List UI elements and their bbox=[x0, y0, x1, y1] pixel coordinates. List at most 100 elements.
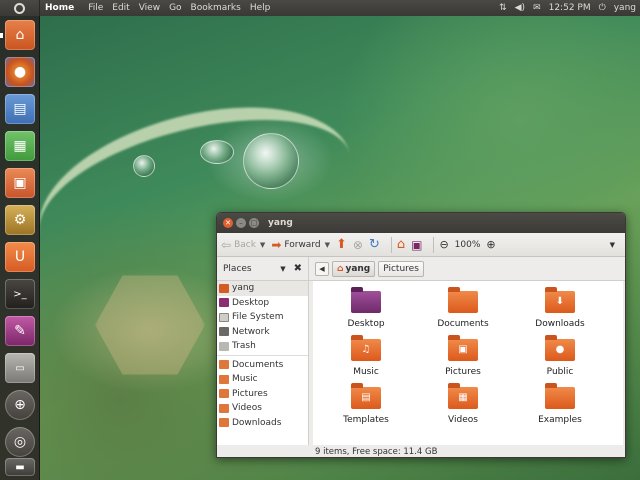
ubuntu-one-icon[interactable]: U bbox=[5, 242, 35, 272]
files-lens-icon[interactable]: ◎ bbox=[5, 427, 35, 457]
sidebar-item-desktop[interactable]: Desktop bbox=[217, 296, 308, 311]
forward-button[interactable]: ➡ Forward ▼ bbox=[271, 238, 330, 252]
trash-icon bbox=[219, 341, 229, 351]
file-label: Templates bbox=[343, 415, 389, 425]
folder-icon bbox=[219, 389, 229, 399]
home-folder-icon[interactable]: ⌂ bbox=[5, 20, 35, 50]
folder-desktop[interactable]: Desktop bbox=[321, 287, 411, 329]
writer-icon[interactable]: ▤ bbox=[5, 94, 35, 124]
file-label: Downloads bbox=[535, 319, 585, 329]
breadcrumb-left-icon[interactable]: ◀ bbox=[315, 261, 329, 276]
sidebar-item-label: Music bbox=[232, 374, 258, 385]
reload-icon[interactable]: ↻ bbox=[369, 237, 380, 252]
up-arrow-icon[interactable]: ⬆ bbox=[336, 237, 347, 252]
file-label: Documents bbox=[437, 319, 489, 329]
minimize-icon[interactable]: – bbox=[236, 218, 246, 228]
sidebar-item-network[interactable]: Network bbox=[217, 325, 308, 340]
window-title: yang bbox=[268, 218, 293, 228]
breadcrumb-label: Pictures bbox=[383, 263, 419, 274]
sidebar-item-videos[interactable]: Videos bbox=[217, 401, 308, 416]
templates-folder-icon: ▤ bbox=[351, 383, 381, 409]
sidebar-item-yang[interactable]: yang bbox=[217, 281, 308, 296]
sidebar-item-label: Documents bbox=[232, 359, 284, 370]
breadcrumb-yang[interactable]: ⌂ yang bbox=[332, 260, 376, 277]
sidebar-item-documents[interactable]: Documents bbox=[217, 358, 308, 373]
appearance-icon[interactable]: ✎ bbox=[5, 316, 35, 346]
close-icon[interactable]: ✕ bbox=[223, 218, 233, 228]
ubuntu-logo-icon bbox=[14, 2, 25, 14]
sidebar-item-label: Desktop bbox=[232, 297, 270, 308]
back-button[interactable]: ⇦ Back ▼ bbox=[221, 238, 265, 252]
impress-icon[interactable]: ▣ bbox=[5, 168, 35, 198]
ubuntu-button[interactable] bbox=[0, 0, 40, 16]
stop-icon[interactable]: ⊗ bbox=[353, 238, 363, 252]
folder-downloads[interactable]: ⬇ Downloads bbox=[515, 287, 605, 329]
computer-icon[interactable]: ▣ bbox=[411, 238, 422, 252]
back-arrow-icon: ⇦ bbox=[221, 237, 232, 252]
folder-templates[interactable]: ▤ Templates bbox=[321, 383, 411, 425]
examples-folder-icon bbox=[545, 383, 575, 409]
mail-icon[interactable]: ✉ bbox=[533, 3, 541, 13]
desktop-folder-icon bbox=[351, 287, 381, 313]
user-name[interactable]: yang bbox=[614, 3, 636, 13]
zoom-out-icon[interactable]: ⊖ bbox=[439, 238, 448, 251]
folder-icon bbox=[219, 374, 229, 384]
folder-pictures[interactable]: ▣ Pictures bbox=[418, 335, 508, 377]
documents-folder-icon bbox=[448, 287, 478, 313]
folder-examples[interactable]: Examples bbox=[515, 383, 605, 425]
desktop-icon bbox=[219, 298, 229, 308]
folder-videos[interactable]: ▦ Videos bbox=[418, 383, 508, 425]
maximize-icon[interactable]: □ bbox=[249, 218, 259, 228]
network-icon bbox=[219, 327, 229, 337]
chevron-down-icon: ▼ bbox=[324, 240, 330, 249]
menu-go[interactable]: Go bbox=[169, 3, 181, 13]
sidebar-item-label: yang bbox=[232, 283, 255, 294]
file-label: Desktop bbox=[347, 319, 385, 329]
home-icon: ⌂ bbox=[337, 263, 344, 274]
software-center-icon[interactable]: ⚙ bbox=[5, 205, 35, 235]
file-icon-view: Desktop Documents ⬇ Downloads ♫ Music ▣ … bbox=[313, 281, 623, 445]
clock[interactable]: 12:52 PM bbox=[549, 3, 591, 13]
sidebar-item-label: Trash bbox=[232, 341, 256, 352]
pictures-folder-icon: ▣ bbox=[448, 335, 478, 361]
apps-lens-icon[interactable]: ⊕ bbox=[5, 390, 35, 420]
menu-bookmarks[interactable]: Bookmarks bbox=[191, 3, 241, 13]
folder-public[interactable]: ● Public bbox=[515, 335, 605, 377]
terminal-icon[interactable]: >_ bbox=[5, 279, 35, 309]
home-icon[interactable]: ⌂ bbox=[397, 237, 405, 252]
places-selector[interactable]: Places ▼ ✖ bbox=[217, 256, 309, 281]
location-bar: Places ▼ ✖ ◀ ⌂ yang Pictures bbox=[217, 256, 625, 281]
menu-help[interactable]: Help bbox=[250, 3, 271, 13]
workspace-switcher-icon[interactable]: ▭ bbox=[5, 353, 35, 383]
folder-documents[interactable]: Documents bbox=[418, 287, 508, 329]
sidebar-item-music[interactable]: Music bbox=[217, 372, 308, 387]
status-bar: 9 items, Free space: 11.4 GB bbox=[313, 445, 625, 457]
menu-view[interactable]: View bbox=[139, 3, 160, 13]
trash-icon[interactable]: ▬ bbox=[5, 458, 35, 476]
breadcrumb-pictures[interactable]: Pictures bbox=[378, 260, 424, 277]
toolbar: ⇦ Back ▼ ➡ Forward ▼ ⬆ ⊗ ↻ ⌂ ▣ ⊖ 100% ⊕ … bbox=[217, 233, 625, 257]
close-sidebar-icon[interactable]: ✖ bbox=[294, 263, 302, 274]
toolbar-separator bbox=[390, 236, 392, 253]
sidebar-item-downloads[interactable]: Downloads bbox=[217, 416, 308, 431]
sidebar-item-pictures[interactable]: Pictures bbox=[217, 387, 308, 402]
volume-icon[interactable]: ◀) bbox=[515, 3, 525, 13]
sidebar-item-trash[interactable]: Trash bbox=[217, 339, 308, 354]
firefox-icon[interactable]: ● bbox=[5, 57, 35, 87]
folder-music[interactable]: ♫ Music bbox=[321, 335, 411, 377]
sidebar-item-file-system[interactable]: File System bbox=[217, 310, 308, 325]
menu-file[interactable]: File bbox=[88, 3, 103, 13]
videos-folder-icon: ▦ bbox=[448, 383, 478, 409]
folder-icon bbox=[219, 418, 229, 428]
forward-label: Forward bbox=[284, 239, 321, 250]
zoom-in-icon[interactable]: ⊕ bbox=[486, 238, 495, 251]
file-label: Pictures bbox=[445, 367, 481, 377]
network-icon[interactable]: ⇅ bbox=[499, 3, 507, 13]
menu-edit[interactable]: Edit bbox=[112, 3, 129, 13]
window-titlebar[interactable]: ✕ – □ yang bbox=[217, 213, 625, 233]
sidebar-item-label: Network bbox=[232, 326, 270, 337]
view-menu-chevron-icon[interactable]: ▼ bbox=[610, 241, 615, 249]
calc-icon[interactable]: ▦ bbox=[5, 131, 35, 161]
power-icon[interactable]: ⏻ bbox=[599, 3, 606, 13]
breadcrumb-label: yang bbox=[345, 263, 371, 274]
